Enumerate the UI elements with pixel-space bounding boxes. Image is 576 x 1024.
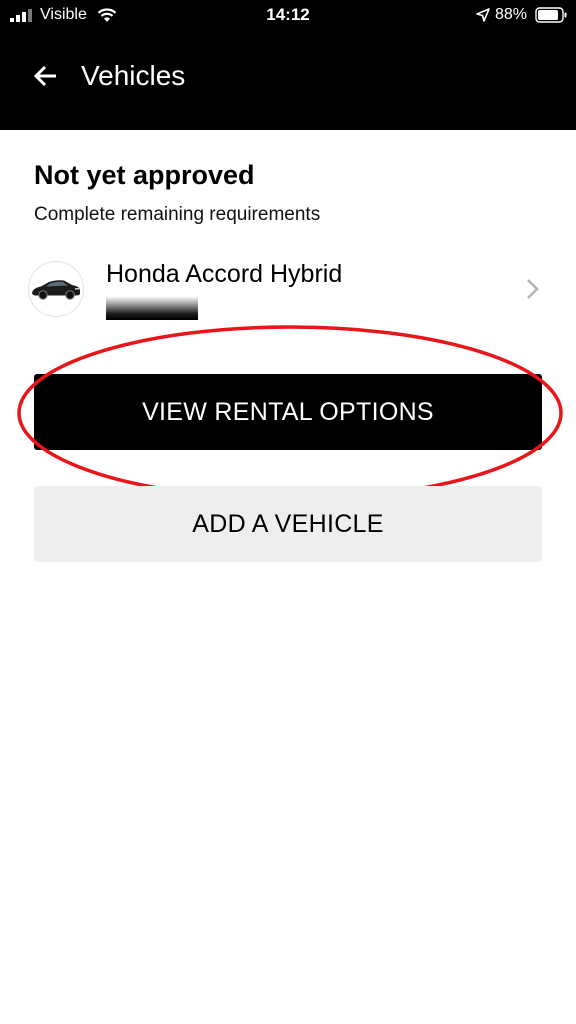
battery-icon <box>535 7 567 23</box>
add-vehicle-button[interactable]: ADD A VEHICLE <box>34 486 542 562</box>
approval-status-heading: Not yet approved <box>34 160 255 190</box>
status-bar: Visible 14:12 88% <box>0 0 576 30</box>
redacted-license-plate <box>106 296 198 320</box>
location-arrow-icon <box>476 8 490 22</box>
back-arrow-icon <box>34 65 56 87</box>
approval-status-subtitle: Complete remaining requirements <box>34 204 321 225</box>
vehicle-list-item[interactable]: Honda Accord Hybrid <box>0 250 576 330</box>
view-rental-options-button[interactable]: VIEW RENTAL OPTIONS <box>34 374 542 450</box>
vehicles-screen: Visible 14:12 88% Vehicles Not yet appro… <box>0 0 576 1024</box>
battery-percent: 88% <box>495 6 528 23</box>
top-bar: Visible 14:12 88% Vehicles <box>0 0 576 130</box>
car-icon <box>28 261 84 317</box>
chevron-right-icon <box>527 279 539 299</box>
back-button[interactable] <box>28 58 64 94</box>
vehicle-name: Honda Accord Hybrid <box>106 260 343 288</box>
page-title: Vehicles <box>81 60 186 91</box>
